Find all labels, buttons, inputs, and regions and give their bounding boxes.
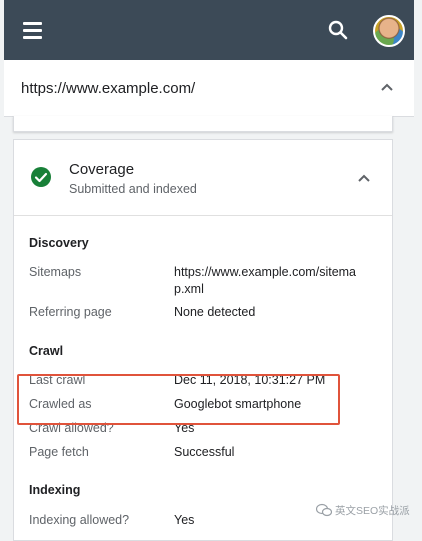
- sitemaps-value-line1: https://www.example.com/sitema: [174, 265, 357, 279]
- check-circle-icon: [31, 167, 51, 187]
- page-fetch-value: Successful: [174, 445, 235, 459]
- sitemaps-value-line2: p.xml: [174, 282, 204, 296]
- discovery-heading: Discovery: [29, 236, 89, 250]
- indexing-allowed-label: Indexing allowed?: [29, 513, 130, 527]
- top-app-bar: [4, 0, 414, 60]
- sitemaps-value[interactable]: https://www.example.com/sitema p.xml: [174, 264, 384, 298]
- page-fetch-label: Page fetch: [29, 445, 89, 459]
- watermark-text: 英文SEO实战派: [335, 504, 410, 517]
- inspected-url: https://www.example.com/: [21, 80, 196, 97]
- wechat-icon: [316, 503, 332, 517]
- chevron-up-icon[interactable]: [357, 173, 371, 183]
- crawl-heading: Crawl: [29, 344, 64, 358]
- indexing-heading: Indexing: [29, 483, 81, 497]
- chevron-up-icon[interactable]: [380, 82, 394, 92]
- coverage-header[interactable]: Coverage Submitted and indexed: [14, 140, 392, 216]
- menu-icon[interactable]: [23, 22, 47, 40]
- account-avatar[interactable]: [373, 15, 405, 47]
- coverage-title: Coverage: [69, 161, 135, 178]
- sitemaps-label: Sitemaps: [29, 265, 82, 279]
- referring-page-label: Referring page: [29, 305, 112, 319]
- coverage-status: Submitted and indexed: [69, 182, 197, 196]
- previous-card-edge: [13, 116, 393, 132]
- highlight-annotation: [17, 374, 340, 425]
- watermark: 英文SEO实战派: [316, 500, 410, 520]
- referring-page-value: None detected: [174, 305, 256, 319]
- search-icon[interactable]: [326, 18, 350, 42]
- coverage-card: Coverage Submitted and indexed Discovery…: [13, 139, 393, 541]
- url-bar[interactable]: https://www.example.com/: [4, 60, 414, 117]
